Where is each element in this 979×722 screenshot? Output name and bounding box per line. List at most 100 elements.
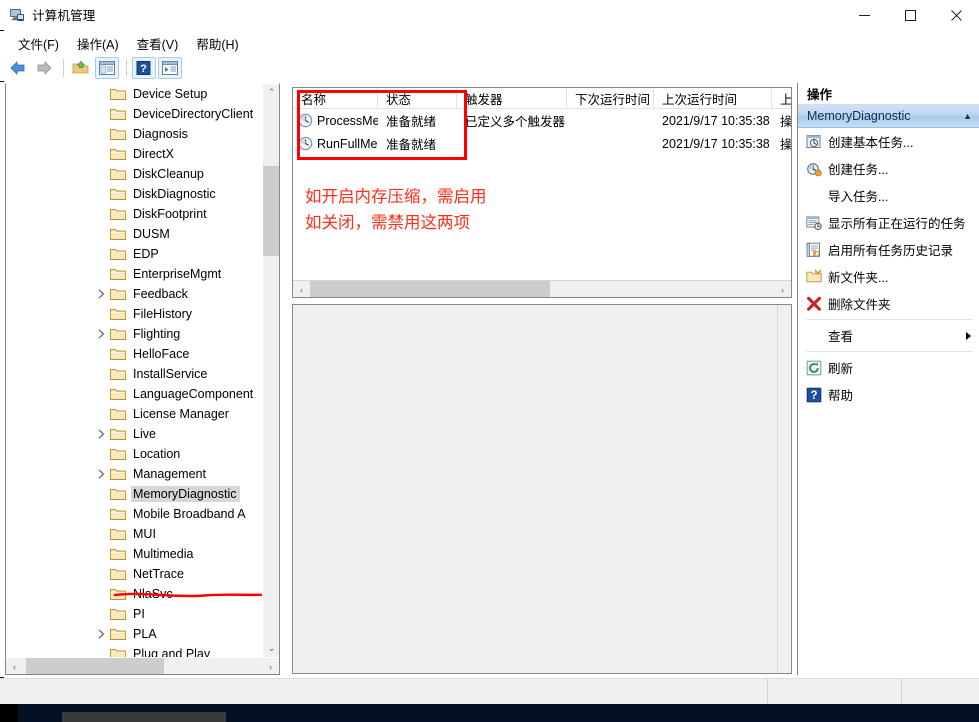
chevron-right-icon[interactable] bbox=[94, 627, 108, 641]
tree-item-pla[interactable]: PLA bbox=[6, 624, 262, 644]
tree-item-device-setup[interactable]: Device Setup bbox=[6, 84, 262, 104]
menu-file[interactable]: 文件(F) bbox=[10, 31, 69, 56]
action-item-help[interactable]: ?帮助 bbox=[798, 381, 979, 408]
action-item-new-folder[interactable]: 新文件夹... bbox=[798, 263, 979, 290]
tree-hscroll-thumb[interactable] bbox=[26, 658, 164, 675]
cell-text: ProcessMe... bbox=[317, 114, 378, 128]
column-header-1[interactable]: 状态 bbox=[378, 88, 457, 108]
list-scroll-left-icon[interactable]: ‹ bbox=[293, 281, 310, 298]
column-header-label: 上次运行时间 bbox=[662, 89, 737, 108]
tree-item-license-manager[interactable]: License Manager bbox=[6, 404, 262, 424]
scroll-up-icon[interactable]: ⌃ bbox=[263, 84, 280, 101]
console-tree-pane: Device SetupDeviceDirectoryClientDiagnos… bbox=[5, 83, 280, 675]
tree-item-languagecomponent[interactable]: LanguageComponent bbox=[6, 384, 262, 404]
tree-item-diagnosis[interactable]: Diagnosis bbox=[6, 124, 262, 144]
menu-action[interactable]: 操作(A) bbox=[69, 31, 129, 56]
column-header-3[interactable]: 下次运行时间 bbox=[567, 88, 654, 108]
tree-item-live[interactable]: Live bbox=[6, 424, 262, 444]
tree-item-dusm[interactable]: DUSM bbox=[6, 224, 262, 244]
tree-item-label: Live bbox=[131, 426, 159, 442]
help-icon[interactable]: ? bbox=[132, 57, 156, 79]
column-header-0[interactable]: 名称 bbox=[293, 88, 378, 108]
task-clock-icon bbox=[298, 113, 313, 128]
tree-item-memorydiagnostic[interactable]: MemoryDiagnostic bbox=[6, 484, 262, 504]
tree-item-devicedirectoryclient[interactable]: DeviceDirectoryClient bbox=[6, 104, 262, 124]
close-button[interactable] bbox=[933, 0, 979, 30]
back-icon[interactable] bbox=[6, 57, 30, 79]
action-item-import-task[interactable]: 导入任务... bbox=[798, 182, 979, 209]
chevron-right-icon[interactable] bbox=[94, 467, 108, 481]
detail-vertical-scrollbar[interactable] bbox=[777, 305, 791, 673]
tree-horizontal-scrollbar[interactable]: ‹ › bbox=[6, 657, 279, 674]
tree-item-installservice[interactable]: InstallService bbox=[6, 364, 262, 384]
action-item-create-basic-task[interactable]: 创建基本任务... bbox=[798, 128, 979, 155]
tree-item-mui[interactable]: MUI bbox=[6, 524, 262, 544]
tree-item-directx[interactable]: DirectX bbox=[6, 144, 262, 164]
delete-folder-icon bbox=[806, 296, 822, 312]
column-header-2[interactable]: 触发器 bbox=[457, 88, 567, 108]
cell-status: 准备就绪 bbox=[378, 111, 457, 130]
show-action-pane-icon[interactable] bbox=[158, 57, 182, 79]
chevron-right-icon[interactable] bbox=[94, 327, 108, 341]
chevron-up-icon[interactable]: ▲ bbox=[963, 111, 972, 121]
tree-item-diskdiagnostic[interactable]: DiskDiagnostic bbox=[6, 184, 262, 204]
cell-last_result: 操... bbox=[772, 134, 792, 153]
column-header-4[interactable]: 上次运行时间 bbox=[654, 88, 772, 108]
tree-vscroll-thumb[interactable] bbox=[263, 166, 280, 256]
scroll-right-icon[interactable]: › bbox=[262, 658, 279, 675]
tree-item-pi[interactable]: PI bbox=[6, 604, 262, 624]
cell-text: 操... bbox=[780, 134, 792, 153]
column-header-label: 下次运行时间 bbox=[575, 89, 650, 108]
list-scroll-right-icon[interactable]: › bbox=[774, 281, 791, 298]
tree-item-mobile-broadband-a[interactable]: Mobile Broadband A bbox=[6, 504, 262, 524]
tree-item-nettrace[interactable]: NetTrace bbox=[6, 564, 262, 584]
scroll-down-icon[interactable]: ⌄ bbox=[263, 640, 280, 657]
task-list-horizontal-scrollbar[interactable]: ‹ › bbox=[293, 280, 791, 297]
forward-icon[interactable] bbox=[32, 57, 56, 79]
scroll-left-icon[interactable]: ‹ bbox=[6, 658, 23, 675]
tree-item-label: PLA bbox=[131, 626, 160, 642]
action-item-running-tasks[interactable]: 显示所有正在运行的任务 bbox=[798, 209, 979, 236]
list-hscroll-thumb[interactable] bbox=[310, 281, 550, 298]
up-folder-icon[interactable] bbox=[69, 57, 93, 79]
tree-indent-spacer bbox=[94, 647, 108, 657]
tree-item-plug-and-play[interactable]: Plug and Play bbox=[6, 644, 262, 657]
menu-help[interactable]: 帮助(H) bbox=[188, 31, 248, 56]
tree-item-edp[interactable]: EDP bbox=[6, 244, 262, 264]
tree-item-label: LanguageComponent bbox=[131, 386, 256, 402]
tree-item-diskfootprint[interactable]: DiskFootprint bbox=[6, 204, 262, 224]
tree-item-feedback[interactable]: Feedback bbox=[6, 284, 262, 304]
tree-item-multimedia[interactable]: Multimedia bbox=[6, 544, 262, 564]
tree-item-filehistory[interactable]: FileHistory bbox=[6, 304, 262, 324]
action-item-refresh[interactable]: 刷新 bbox=[798, 354, 979, 381]
tree-vertical-scrollbar[interactable]: ⌃ ⌄ bbox=[262, 84, 279, 657]
console-tree: Device SetupDeviceDirectoryClientDiagnos… bbox=[6, 84, 262, 657]
action-item-delete-folder[interactable]: 删除文件夹 bbox=[798, 290, 979, 317]
tree-item-management[interactable]: Management bbox=[6, 464, 262, 484]
column-header-5[interactable]: 上 bbox=[772, 88, 792, 108]
tree-item-label: DirectX bbox=[131, 146, 177, 162]
refresh-icon bbox=[806, 360, 822, 376]
menu-view[interactable]: 查看(V) bbox=[129, 31, 189, 56]
tree-item-helloface[interactable]: HelloFace bbox=[6, 344, 262, 364]
action-item-create-task[interactable]: 创建任务... bbox=[798, 155, 979, 182]
chevron-right-icon[interactable] bbox=[94, 427, 108, 441]
action-item-view[interactable]: 查看 bbox=[798, 322, 979, 349]
actions-group-header[interactable]: MemoryDiagnostic ▲ bbox=[798, 105, 979, 128]
tree-item-enterprisemgmt[interactable]: EnterpriseMgmt bbox=[6, 264, 262, 284]
tree-item-location[interactable]: Location bbox=[6, 444, 262, 464]
taskbar-window-thumbnail[interactable] bbox=[62, 712, 226, 722]
minimize-button[interactable] bbox=[841, 0, 887, 30]
table-row[interactable]: ProcessMe...准备就绪已定义多个触发器2021/9/17 10:35:… bbox=[293, 109, 791, 132]
cell-name: RunFullMe... bbox=[293, 136, 378, 151]
tree-item-flighting[interactable]: Flighting bbox=[6, 324, 262, 344]
annotation-line-2: 如关闭，需禁用这两项 bbox=[305, 210, 595, 236]
submenu-arrow-icon[interactable] bbox=[966, 332, 971, 340]
show-hide-tree-icon[interactable] bbox=[95, 57, 119, 79]
maximize-button[interactable] bbox=[887, 0, 933, 30]
chevron-right-icon[interactable] bbox=[94, 287, 108, 301]
action-item-task-history[interactable]: 启用所有任务历史记录 bbox=[798, 236, 979, 263]
tree-item-nlasvc[interactable]: NlaSvc bbox=[6, 584, 262, 604]
table-row[interactable]: RunFullMe...准备就绪2021/9/17 10:35:38操... bbox=[293, 132, 791, 155]
tree-item-diskcleanup[interactable]: DiskCleanup bbox=[6, 164, 262, 184]
